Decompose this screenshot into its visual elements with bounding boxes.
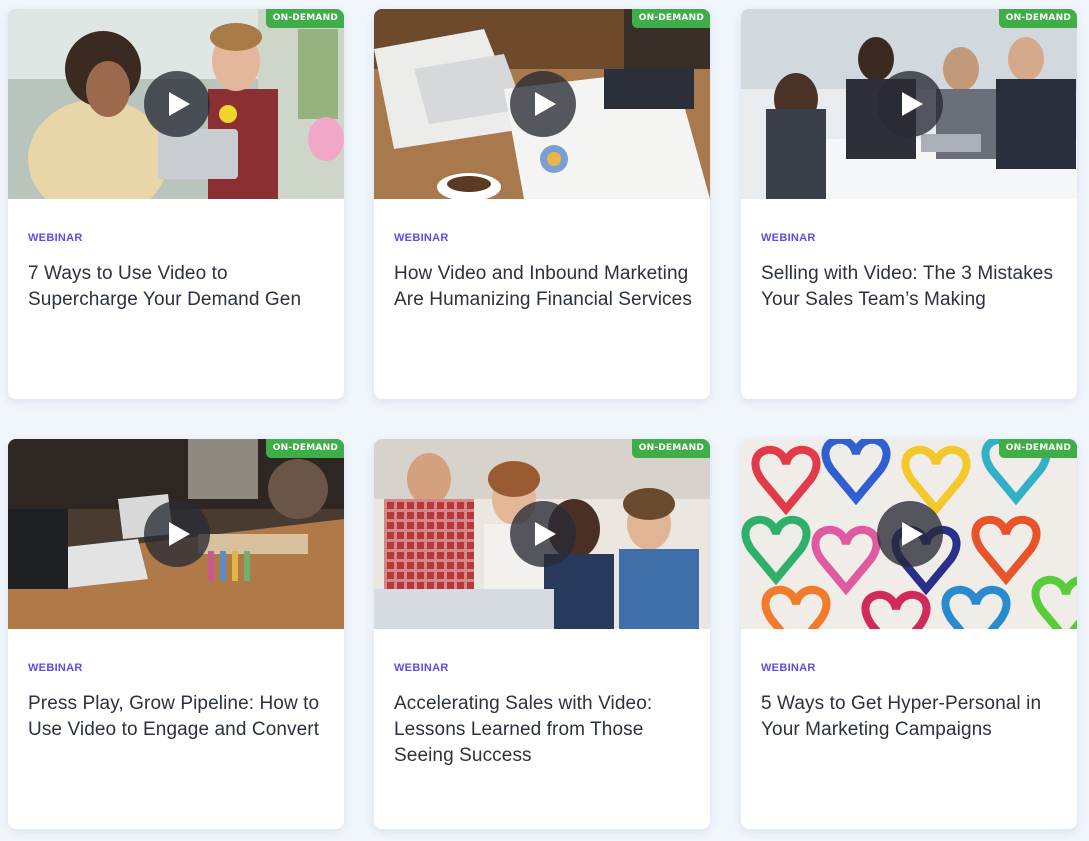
webinar-card[interactable]: ON-DEMAND WEBINAR Press Play, Grow Pipel… bbox=[8, 439, 344, 829]
thumbnail-image[interactable]: ON-DEMAND bbox=[8, 439, 344, 629]
play-button[interactable] bbox=[510, 501, 576, 567]
content-type-label: WEBINAR bbox=[761, 232, 816, 244]
card-title[interactable]: Press Play, Grow Pipeline: How to Use Vi… bbox=[28, 691, 328, 743]
thumbnail-image[interactable]: ON-DEMAND bbox=[741, 9, 1077, 199]
content-type-label: WEBINAR bbox=[28, 232, 83, 244]
webinar-card[interactable]: ON-DEMAND WEBINAR Accelerating Sales wit… bbox=[374, 439, 710, 829]
on-demand-badge: ON-DEMAND bbox=[998, 9, 1077, 28]
play-button[interactable] bbox=[510, 71, 576, 137]
card-title[interactable]: 7 Ways to Use Video to Supercharge Your … bbox=[28, 261, 328, 313]
thumbnail-image[interactable]: ON-DEMAND bbox=[374, 439, 710, 629]
webinar-card[interactable]: ON-DEMAND WEBINAR 5 Ways to Get Hyper-Pe… bbox=[741, 439, 1077, 829]
on-demand-badge: ON-DEMAND bbox=[265, 9, 344, 28]
on-demand-badge: ON-DEMAND bbox=[265, 439, 344, 458]
play-icon bbox=[902, 92, 923, 116]
card-title[interactable]: Selling with Video: The 3 Mistakes Your … bbox=[761, 261, 1061, 313]
play-button[interactable] bbox=[877, 501, 943, 567]
play-button[interactable] bbox=[144, 71, 210, 137]
play-button[interactable] bbox=[877, 71, 943, 137]
content-type-label: WEBINAR bbox=[761, 662, 816, 674]
card-title[interactable]: How Video and Inbound Marketing Are Huma… bbox=[394, 261, 694, 313]
play-icon bbox=[535, 92, 556, 116]
webinar-card[interactable]: ON-DEMAND WEBINAR How Video and Inbound … bbox=[374, 9, 710, 399]
thumbnail-image[interactable]: ON-DEMAND bbox=[8, 9, 344, 199]
content-type-label: WEBINAR bbox=[28, 662, 83, 674]
card-title[interactable]: 5 Ways to Get Hyper-Personal in Your Mar… bbox=[761, 691, 1061, 743]
play-icon bbox=[169, 522, 190, 546]
thumbnail-image[interactable]: ON-DEMAND bbox=[741, 439, 1077, 629]
content-type-label: WEBINAR bbox=[394, 232, 449, 244]
content-type-label: WEBINAR bbox=[394, 662, 449, 674]
webinar-grid: ON-DEMAND WEBINAR 7 Ways to Use Video to… bbox=[0, 0, 1089, 841]
thumbnail-image[interactable]: ON-DEMAND bbox=[374, 9, 710, 199]
on-demand-badge: ON-DEMAND bbox=[631, 439, 710, 458]
play-icon bbox=[535, 522, 556, 546]
on-demand-badge: ON-DEMAND bbox=[631, 9, 710, 28]
card-title[interactable]: Accelerating Sales with Video: Lessons L… bbox=[394, 691, 694, 769]
play-icon bbox=[169, 92, 190, 116]
on-demand-badge: ON-DEMAND bbox=[998, 439, 1077, 458]
play-icon bbox=[902, 522, 923, 546]
webinar-card[interactable]: ON-DEMAND WEBINAR Selling with Video: Th… bbox=[741, 9, 1077, 399]
webinar-card[interactable]: ON-DEMAND WEBINAR 7 Ways to Use Video to… bbox=[8, 9, 344, 399]
play-button[interactable] bbox=[144, 501, 210, 567]
